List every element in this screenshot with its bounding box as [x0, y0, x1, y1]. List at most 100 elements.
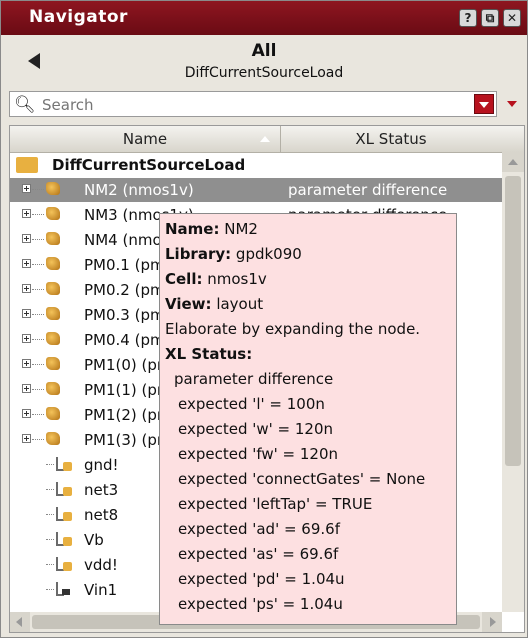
tooltip-library: gpdk090 [235, 245, 302, 263]
root-label: DiffCurrentSourceLoad [52, 156, 246, 174]
row-status: parameter difference [288, 181, 448, 199]
help-button[interactable]: ? [459, 9, 477, 27]
tree-connector [32, 264, 44, 265]
tree-connector [32, 339, 44, 340]
tree-connector [32, 314, 44, 315]
row-name: gnd! [84, 456, 119, 474]
scroll-left-button[interactable] [10, 612, 30, 632]
tooltip-detail: expected 'ad' = 69.6f [178, 520, 340, 538]
nav-title: All [251, 41, 277, 61]
expand-icon[interactable] [22, 334, 31, 343]
instance-icon [46, 282, 60, 295]
search-options-button[interactable] [474, 94, 494, 114]
tree-connector [46, 464, 54, 465]
tooltip-detail: expected 'pd' = 1.04u [178, 570, 345, 588]
scroll-right-button[interactable] [482, 612, 502, 632]
instance-icon [46, 182, 60, 195]
instance-icon [46, 207, 60, 220]
expand-icon[interactable] [22, 359, 31, 368]
tooltip-status: parameter difference [174, 370, 334, 388]
float-button[interactable]: ⧉ [481, 9, 499, 27]
tooltip-hint: Elaborate by expanding the node. [165, 320, 421, 338]
column-header-xl-status[interactable]: XL Status [281, 126, 501, 152]
net-icon [56, 532, 72, 546]
expand-icon[interactable] [22, 234, 31, 243]
sort-ascending-icon [260, 136, 270, 142]
tree-connector [32, 214, 44, 215]
window-title: Navigator [29, 7, 128, 27]
instance-icon [46, 382, 60, 395]
row-name: net8 [84, 506, 119, 524]
menu-dropdown-icon[interactable] [507, 101, 517, 107]
column-header-name[interactable]: Name [10, 126, 281, 152]
navigator-window: Navigator ? ⧉ ✕ All DiffCurrentSourceLoa… [0, 0, 528, 638]
instance-icon [46, 407, 60, 420]
tree-connector [32, 189, 44, 190]
scroll-up-button[interactable] [502, 152, 524, 172]
tooltip: Name: NM2 Library: gpdk090 Cell: nmos1v … [159, 213, 457, 625]
tooltip-detail: expected 'w' = 120n [178, 420, 333, 438]
tooltip-status-label: XL Status: [165, 345, 253, 363]
vertical-scrollbar[interactable] [502, 152, 524, 612]
pin-icon [56, 582, 70, 596]
tooltip-detail: expected 'fw' = 120n [178, 445, 339, 463]
tree-header: Name XL Status [10, 126, 524, 153]
nav-subtitle: DiffCurrentSourceLoad [184, 65, 344, 81]
tooltip-library-label: Library: [165, 245, 232, 263]
tooltip-detail: expected 'leftTap' = TRUE [178, 495, 373, 513]
row-name: NM2 (nmos1v) [84, 181, 194, 199]
tooltip-detail: expected 'ps' = 1.04u [178, 595, 343, 613]
tree-connector [46, 489, 54, 490]
tooltip-view-label: View: [165, 295, 212, 313]
tooltip-detail: expected 'connectGates' = None [178, 470, 426, 488]
folder-open-icon [16, 157, 38, 173]
row-name: net3 [84, 481, 119, 499]
tree-connector [32, 364, 44, 365]
instance-icon [46, 432, 60, 445]
expand-icon[interactable] [22, 284, 31, 293]
expand-icon[interactable] [22, 409, 31, 418]
instance-icon [46, 332, 60, 345]
tree-root[interactable]: DiffCurrentSourceLoad [10, 153, 502, 177]
title-bar[interactable]: Navigator ? ⧉ ✕ [1, 1, 527, 35]
row-name: Vin1 [84, 581, 118, 599]
net-icon [56, 457, 72, 471]
tree-connector [32, 389, 44, 390]
tree-row[interactable]: NM2 (nmos1v) parameter difference [10, 178, 502, 202]
tooltip-name: NM2 [224, 220, 258, 238]
expand-icon[interactable] [22, 434, 31, 443]
tree-connector [46, 539, 54, 540]
instance-icon [46, 257, 60, 270]
tooltip-detail: expected 'as' = 69.6f [178, 545, 339, 563]
instance-icon [46, 357, 60, 370]
search-icon: 🔍︎ [14, 95, 36, 115]
search-input[interactable] [40, 94, 474, 116]
tooltip-cell-label: Cell: [165, 270, 203, 288]
tree-connector [32, 289, 44, 290]
tooltip-cell: nmos1v [207, 270, 267, 288]
search-box: 🔍︎ [9, 91, 497, 117]
expand-icon[interactable] [22, 309, 31, 318]
vertical-scroll-thumb[interactable] [505, 176, 521, 466]
tree-connector [32, 439, 44, 440]
tooltip-view: layout [216, 295, 264, 313]
expand-icon[interactable] [22, 384, 31, 393]
close-button[interactable]: ✕ [503, 9, 521, 27]
net-icon [56, 557, 72, 571]
expand-icon[interactable] [22, 209, 31, 218]
tree-connector [46, 564, 54, 565]
expand-icon[interactable] [22, 259, 31, 268]
net-icon [56, 482, 72, 496]
expand-icon[interactable] [22, 184, 31, 193]
tree-connector [32, 239, 44, 240]
instance-icon [46, 307, 60, 320]
tooltip-name-label: Name: [165, 220, 220, 238]
instance-icon [46, 232, 60, 245]
row-name: Vb [84, 531, 104, 549]
tree-connector [46, 514, 54, 515]
net-icon [56, 507, 72, 521]
tooltip-detail: expected 'l' = 100n [178, 395, 325, 413]
tree-connector [32, 414, 44, 415]
row-name: vdd! [84, 556, 118, 574]
tree-connector [46, 589, 54, 590]
